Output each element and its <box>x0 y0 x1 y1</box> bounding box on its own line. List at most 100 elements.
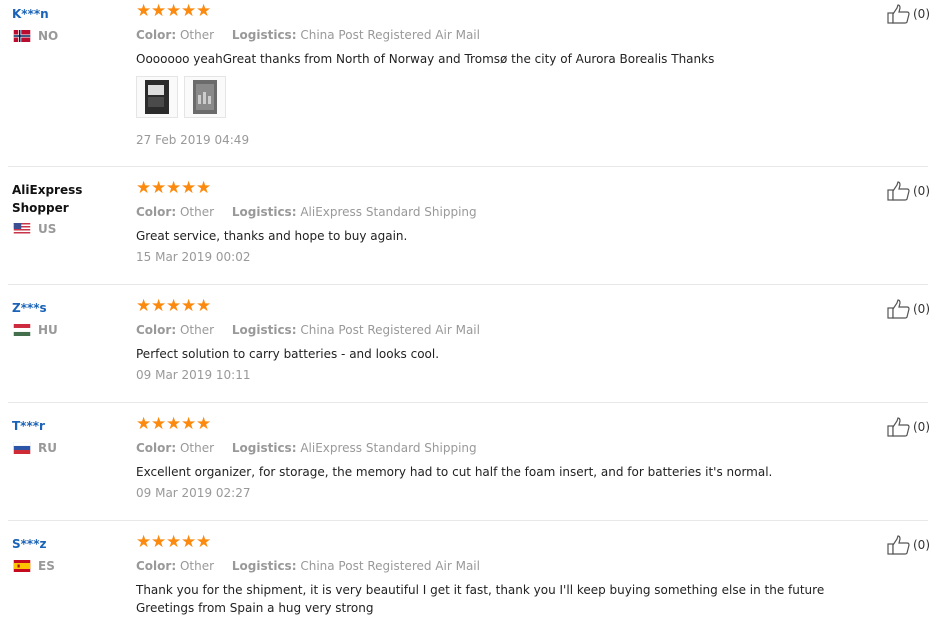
reviewer-country: US <box>12 222 132 236</box>
reviewer-info: S***z ES <box>12 535 132 573</box>
reviewer-name[interactable]: K***n <box>12 5 132 23</box>
color-value: Other <box>179 205 215 219</box>
star-icon: ★ <box>136 414 152 434</box>
star-icon: ★ <box>136 1 152 21</box>
color-label: Color: <box>136 28 177 42</box>
star-icon: ★ <box>196 414 212 434</box>
star-icon: ★ <box>166 178 182 198</box>
star-rating: ★ ★ ★ ★ ★ <box>136 1 878 21</box>
review-date: 27 Feb 2019 04:49 <box>136 133 250 147</box>
star-rating: ★ ★ ★ ★ ★ <box>136 414 878 434</box>
helpful-button[interactable]: (0) <box>887 4 930 24</box>
star-icon: ★ <box>181 532 197 552</box>
star-icon: ★ <box>151 414 167 434</box>
reviewer-name[interactable]: T***r <box>12 417 132 435</box>
flag-es-icon <box>13 560 31 572</box>
review-meta: Color: Other Logistics: China Post Regis… <box>136 27 878 43</box>
star-rating: ★ ★ ★ ★ ★ <box>136 296 878 316</box>
logistics-label: Logistics: <box>231 559 297 573</box>
logistics-value: China Post Registered Air Mail <box>300 559 480 573</box>
color-label: Color: <box>136 205 177 219</box>
flag-us-icon <box>13 223 31 235</box>
star-icon: ★ <box>181 296 197 316</box>
logistics-label: Logistics: <box>231 441 297 455</box>
star-icon: ★ <box>151 1 167 21</box>
thumbs-up-icon <box>887 181 910 201</box>
review-body: ★ ★ ★ ★ ★ Color: Other Logistics: AliExpress… <box>136 178 878 265</box>
star-icon: ★ <box>166 1 182 21</box>
color-value: Other <box>179 323 215 337</box>
thumbs-up-icon <box>887 535 910 555</box>
country-code: RU <box>38 441 57 455</box>
review-meta: Color: Other Logistics: AliExpress Stand… <box>136 204 878 220</box>
star-icon: ★ <box>181 178 197 198</box>
review-item: AliExpress Shopper US ★ ★ ★ ★ ★ Color: Other… <box>8 167 930 285</box>
star-icon: ★ <box>166 532 182 552</box>
flag-ru-icon <box>13 442 31 454</box>
flag-no-icon <box>13 30 31 42</box>
review-photo-icon <box>193 80 217 114</box>
star-icon: ★ <box>166 296 182 316</box>
review-item: Z***s HU ★ ★ ★ ★ ★ Color: Other Logistics: C… <box>8 285 930 403</box>
color-label: Color: <box>136 559 177 573</box>
helpful-count: (0) <box>913 538 930 552</box>
logistics-label: Logistics: <box>231 205 297 219</box>
review-meta: Color: Other Logistics: China Post Regis… <box>136 558 878 574</box>
star-icon: ★ <box>196 532 212 552</box>
review-photo-icon <box>145 80 169 114</box>
review-meta: Color: Other Logistics: AliExpress Stand… <box>136 440 878 456</box>
helpful-button[interactable]: (0) <box>887 535 930 555</box>
review-images <box>136 76 878 118</box>
helpful-count: (0) <box>913 184 930 198</box>
reviewer-country: ES <box>12 559 132 573</box>
star-icon: ★ <box>181 414 197 434</box>
star-icon: ★ <box>151 296 167 316</box>
logistics-label: Logistics: <box>231 323 297 337</box>
logistics-label: Logistics: <box>231 28 297 42</box>
star-icon: ★ <box>196 178 212 198</box>
reviewer-info: T***r RU <box>12 417 132 455</box>
review-item: K***n NO ★ ★ ★ ★ ★ Color: Other Logistics: C… <box>8 0 930 167</box>
review-item: S***z ES ★ ★ ★ ★ ★ Color: Other Logistics: C… <box>8 521 930 620</box>
country-code: ES <box>38 559 55 573</box>
review-date: 09 Mar 2019 10:11 <box>136 368 251 382</box>
reviewer-name[interactable]: AliExpress Shopper <box>12 181 92 217</box>
helpful-count: (0) <box>913 302 930 316</box>
helpful-button[interactable]: (0) <box>887 417 930 437</box>
thumbs-up-icon <box>887 4 910 24</box>
star-icon: ★ <box>136 532 152 552</box>
country-code: US <box>38 222 57 236</box>
review-body: ★ ★ ★ ★ ★ Color: Other Logistics: China Post… <box>136 296 878 383</box>
star-icon: ★ <box>196 296 212 316</box>
review-photo-thumbnail[interactable] <box>136 76 178 118</box>
review-body: ★ ★ ★ ★ ★ Color: Other Logistics: China Post… <box>136 1 878 148</box>
review-text: Thank you for the shipment, it is very b… <box>136 583 825 615</box>
color-value: Other <box>179 441 215 455</box>
helpful-button[interactable]: (0) <box>887 181 930 201</box>
reviewer-info: K***n NO <box>12 5 132 43</box>
star-icon: ★ <box>166 414 182 434</box>
reviewer-name[interactable]: S***z <box>12 535 132 553</box>
review-text: Excellent organizer, for storage, the me… <box>136 465 773 479</box>
logistics-value: AliExpress Standard Shipping <box>300 441 477 455</box>
logistics-value: China Post Registered Air Mail <box>300 323 480 337</box>
star-icon: ★ <box>196 1 212 21</box>
reviewer-info: AliExpress Shopper US <box>12 181 132 236</box>
review-text: Perfect solution to carry batteries - an… <box>136 347 440 361</box>
color-label: Color: <box>136 323 177 337</box>
color-value: Other <box>179 559 215 573</box>
review-date: 09 Mar 2019 02:27 <box>136 486 251 500</box>
helpful-button[interactable]: (0) <box>887 299 930 319</box>
review-item: T***r RU ★ ★ ★ ★ ★ Color: Other Logistics: A… <box>8 403 930 521</box>
star-icon: ★ <box>151 532 167 552</box>
reviewer-name[interactable]: Z***s <box>12 299 132 317</box>
review-photo-thumbnail[interactable] <box>184 76 226 118</box>
thumbs-up-icon <box>887 299 910 319</box>
helpful-count: (0) <box>913 7 930 21</box>
star-icon: ★ <box>151 178 167 198</box>
reviewer-country: RU <box>12 441 132 455</box>
helpful-count: (0) <box>913 420 930 434</box>
country-code: NO <box>38 29 59 43</box>
logistics-value: AliExpress Standard Shipping <box>300 205 477 219</box>
star-rating: ★ ★ ★ ★ ★ <box>136 532 878 552</box>
